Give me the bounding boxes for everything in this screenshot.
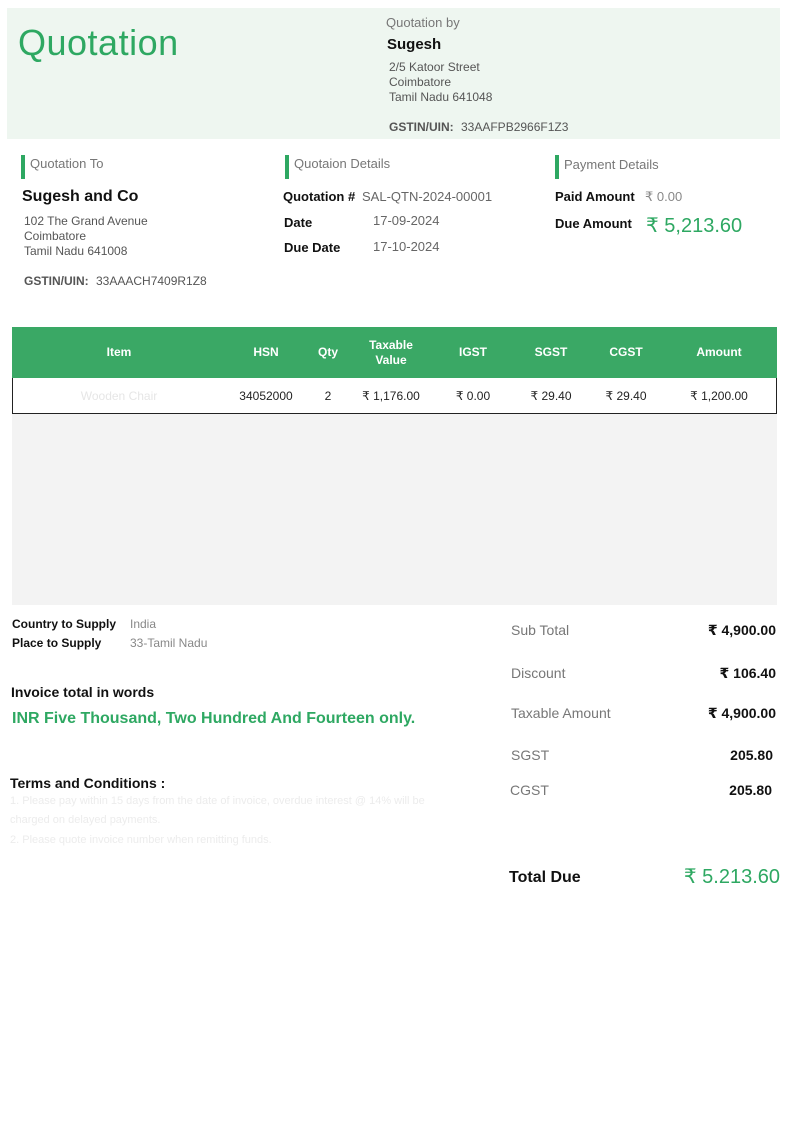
total-due-value: ₹ 5.213.60 — [683, 866, 780, 888]
sgst-value: 205.80 — [730, 747, 773, 763]
due-amount-value: ₹ 5,213.60 — [646, 215, 743, 237]
taxable-amount-value: ₹ 4,900.00 — [707, 705, 776, 721]
table-header-row: Item HSN Qty Taxable Value IGST SGST CGS… — [12, 327, 777, 378]
quotation-by-address-line1: 2/5 Katoor Street — [389, 60, 480, 74]
cell-cgst: ₹ 29.40 — [605, 388, 647, 403]
total-in-words-value: INR Five Thousand, Two Hundred And Fourt… — [12, 710, 416, 727]
column-header-qty: Qty — [317, 345, 338, 359]
quotation-due-date-label: Due Date — [284, 240, 341, 255]
quotation-details-accent-bar — [285, 155, 289, 179]
column-header-amount: Amount — [696, 345, 742, 359]
subtotal-value: ₹ 4,900.00 — [707, 622, 776, 638]
quotation-to-address-line3: Tamil Nadu 641008 — [24, 244, 128, 258]
cgst-label: CGST — [510, 782, 549, 798]
quotation-number-label: Quotation # — [283, 189, 356, 204]
cell-amount: ₹ 1,200.00 — [690, 388, 748, 403]
terms-heading: Terms and Conditions : — [10, 775, 166, 791]
cell-hsn: 34052000 — [239, 388, 293, 403]
quotation-by-heading: Quotation by — [386, 15, 460, 30]
country-to-supply-value: India — [130, 617, 157, 631]
cell-sgst: ₹ 29.40 — [530, 388, 572, 403]
quotation-by-name: Sugesh — [387, 36, 442, 53]
column-header-cgst: CGST — [609, 345, 643, 359]
quotation-to-gstin-label: GSTIN/UIN: — [24, 274, 89, 288]
cell-qty: 2 — [324, 388, 332, 403]
quotation-by-gstin-label: GSTIN/UIN: — [389, 120, 454, 134]
paid-amount-label: Paid Amount — [555, 189, 635, 204]
subtotal-label: Sub Total — [511, 622, 570, 638]
discount-label: Discount — [511, 665, 566, 681]
discount-value: ₹ 106.40 — [719, 665, 776, 681]
column-header-sgst: SGST — [534, 345, 568, 359]
quotation-date-value: 17-09-2024 — [373, 213, 440, 228]
quotation-to-address-line1: 102 The Grand Avenue — [24, 214, 148, 228]
quotation-date-label: Date — [284, 215, 313, 230]
country-to-supply-label: Country to Supply — [12, 617, 116, 631]
cell-item: Wooden Chair — [80, 388, 158, 403]
column-header-hsn: HSN — [253, 345, 279, 359]
sgst-label: SGST — [511, 747, 550, 763]
quotation-by-address-line2: Coimbatore — [389, 75, 452, 89]
quotation-number-value: SAL-QTN-2024-00001 — [362, 189, 493, 204]
quotation-details-heading: Quotaion Details — [294, 156, 391, 171]
table-empty-area — [12, 414, 777, 605]
table-row: Wooden Chair 34052000 2 ₹ 1,176.00 ₹ 0.0… — [12, 378, 777, 414]
column-header-taxable-value: Taxable Value — [369, 337, 413, 367]
cell-igst: ₹ 0.00 — [455, 388, 491, 403]
terms-line-1b: charged on delayed payments. — [10, 814, 161, 826]
total-in-words-heading: Invoice total in words — [11, 684, 155, 700]
quotation-to-name: Sugesh and Co — [22, 188, 139, 205]
payment-details-heading: Payment Details — [564, 157, 659, 172]
document-title: Quotation — [18, 22, 179, 63]
terms-line-1a: 1. Please pay within 15 days from the da… — [10, 795, 425, 807]
column-header-item: Item — [106, 345, 132, 359]
quotation-by-address-line3: Tamil Nadu 641048 — [389, 90, 493, 104]
quotation-to-address-line2: Coimbatore — [24, 229, 87, 243]
total-due-label: Total Due — [509, 869, 581, 886]
quotation-to-accent-bar — [21, 155, 25, 179]
quotation-to-heading: Quotation To — [30, 156, 104, 171]
cgst-value: 205.80 — [729, 782, 772, 798]
quotation-due-date-value: 17-10-2024 — [373, 239, 440, 254]
quotation-by-gstin-value: 33AAFPB2966F1Z3 — [461, 120, 569, 134]
quotation-to-gstin-value: 33AAACH7409R1Z8 — [96, 274, 207, 288]
column-header-igst: IGST — [458, 345, 487, 359]
items-table: Item HSN Qty Taxable Value IGST SGST CGS… — [12, 327, 777, 605]
taxable-amount-label: Taxable Amount — [511, 705, 611, 721]
due-amount-label: Due Amount — [555, 216, 632, 231]
place-to-supply-value: 33-Tamil Nadu — [130, 636, 208, 650]
cell-taxable-value: ₹ 1,176.00 — [362, 388, 420, 403]
terms-line-2: 2. Please quote invoice number when remi… — [10, 834, 272, 846]
place-to-supply-label: Place to Supply — [12, 636, 102, 650]
paid-amount-value: ₹ 0.00 — [645, 189, 683, 204]
payment-details-accent-bar — [555, 155, 559, 179]
